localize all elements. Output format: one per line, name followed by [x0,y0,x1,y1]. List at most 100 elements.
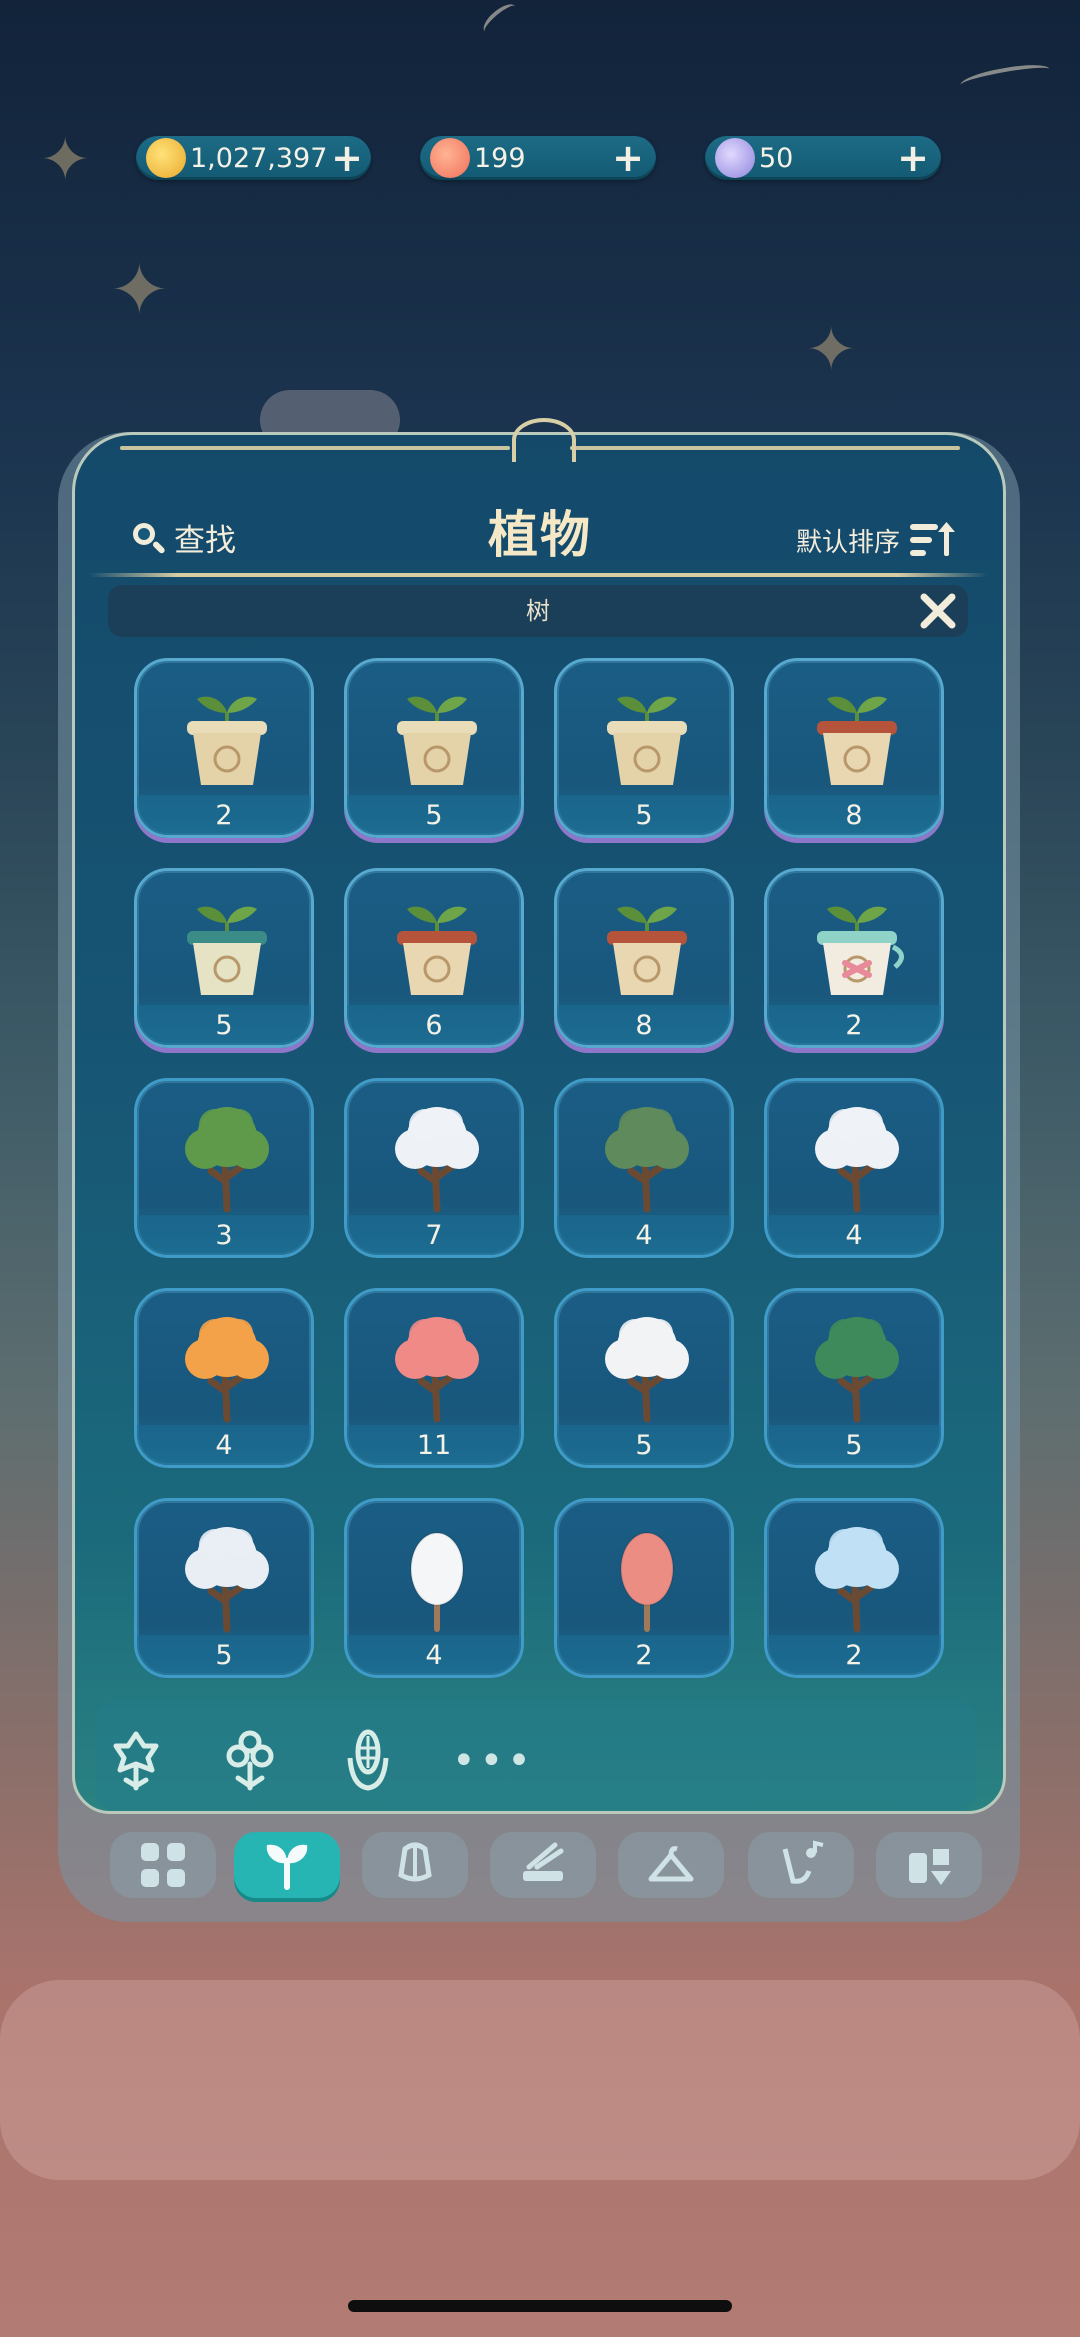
sort-button[interactable]: 默认排序 [796,520,956,560]
plant-item-seed-pot[interactable]: 8 [764,658,944,838]
item-count: 2 [215,800,233,831]
music-icon [782,1840,824,1884]
grid-icon [141,1843,185,1887]
tree-icon [410,1532,464,1632]
item-count: 5 [425,800,443,831]
item-count: 2 [845,1010,863,1041]
tree-icon [185,1317,269,1423]
plant-item-seed-pot[interactable]: 5 [134,868,314,1048]
tree-icon [185,1107,269,1213]
plant-item-seed-pot[interactable]: 2 [134,658,314,838]
corn-icon[interactable] [340,1728,396,1792]
home-indicator[interactable] [348,2300,732,2312]
plant-item-tree[interactable]: 4 [134,1288,314,1468]
item-count: 4 [215,1430,233,1461]
plant-item-tree[interactable]: 2 [764,1498,944,1678]
item-count: 2 [635,1640,653,1671]
gold-currency[interactable]: 1,027,397 + [136,136,371,180]
add-flower-button[interactable]: + [612,139,644,177]
gold-amount: 1,027,397 [190,142,328,174]
item-count: 4 [425,1640,443,1671]
tree-icon [620,1532,674,1632]
plant-item-tree[interactable]: 3 [134,1078,314,1258]
seed-pot-icon [187,906,267,995]
tree-icon [605,1107,689,1213]
search-icon [133,522,165,553]
tree-icon [815,1527,899,1633]
flower-amount: 199 [474,142,526,174]
add-gold-button[interactable]: + [331,139,363,177]
moon-amount: 50 [759,142,794,174]
moon-token-icon [715,138,755,178]
tree-icon [815,1107,899,1213]
tab-all[interactable] [110,1832,216,1898]
tree-icon [815,1317,899,1423]
seed-pot-icon [817,696,897,785]
bird-decoration [959,60,1051,94]
page-title: 植物 [488,506,592,564]
filter-label: 树 [526,597,550,625]
cloud-decoration [0,1980,1080,2180]
tab-clothing[interactable] [618,1832,724,1898]
filter-bar: 树 [108,585,968,637]
tab-plants[interactable] [234,1832,340,1898]
plant-item-tree[interactable]: 4 [554,1078,734,1258]
plant-item-tree[interactable]: 5 [134,1498,314,1678]
lantern-icon [398,1842,432,1882]
crest-ornament [120,446,510,450]
tree-icon [185,1527,269,1633]
plant-item-seed-pot[interactable]: 5 [554,658,734,838]
close-icon[interactable] [916,589,960,633]
item-count: 2 [845,1640,863,1671]
blossom-icon[interactable] [222,1728,278,1792]
seed-pot-icon [817,906,904,995]
tree-icon [605,1317,689,1423]
item-count: 4 [845,1220,863,1251]
plant-item-tree[interactable]: 5 [764,1288,944,1468]
star-decoration: ✦ [40,125,91,195]
search-button[interactable]: 查找 [128,515,236,560]
plant-item-seed-pot[interactable]: 2 [764,868,944,1048]
bird-decoration [478,0,522,39]
hanger-icon [648,1846,694,1882]
more-icon[interactable]: ••• [452,1738,535,1784]
flower-icon[interactable] [108,1728,164,1792]
plant-item-tree[interactable]: 4 [764,1078,944,1258]
puzzle-icon [909,1849,951,1885]
sort-icon [910,522,956,556]
tab-misc[interactable] [876,1832,982,1898]
item-count: 6 [425,1010,443,1041]
seed-pot-icon [607,906,687,995]
plant-item-tree[interactable]: 5 [554,1288,734,1468]
plant-item-tree[interactable]: 7 [344,1078,524,1258]
add-moon-button[interactable]: + [897,139,929,177]
item-count: 7 [425,1220,443,1251]
item-count: 4 [635,1220,653,1251]
seed-pot-icon [397,906,477,995]
star-decoration: ✦ [110,249,169,331]
plant-item-tree[interactable]: 11 [344,1288,524,1468]
moon-currency[interactable]: 50 + [705,136,941,180]
flower-currency[interactable]: 199 + [420,136,656,180]
plant-item-seed-pot[interactable]: 8 [554,868,734,1048]
tools-icon [523,1842,564,1881]
item-count: 5 [215,1640,233,1671]
plant-item-seed-pot[interactable]: 6 [344,868,524,1048]
tab-tools[interactable] [490,1832,596,1898]
item-count: 5 [845,1430,863,1461]
item-count: 3 [215,1220,233,1251]
item-count: 8 [635,1010,653,1041]
plant-item-egg-tree[interactable]: 2 [554,1498,734,1678]
item-count: 5 [635,800,653,831]
tab-decor[interactable] [362,1832,468,1898]
plant-item-egg-tree[interactable]: 4 [344,1498,524,1678]
tab-music[interactable] [748,1832,854,1898]
crest-ornament [570,446,960,450]
plant-item-seed-pot[interactable]: 5 [344,658,524,838]
item-count: 5 [215,1010,233,1041]
item-count: 11 [416,1430,452,1461]
flower-token-icon [430,138,470,178]
star-decoration: ✦ [806,315,857,385]
sprout-icon [266,1844,308,1890]
item-count: 5 [635,1430,653,1461]
